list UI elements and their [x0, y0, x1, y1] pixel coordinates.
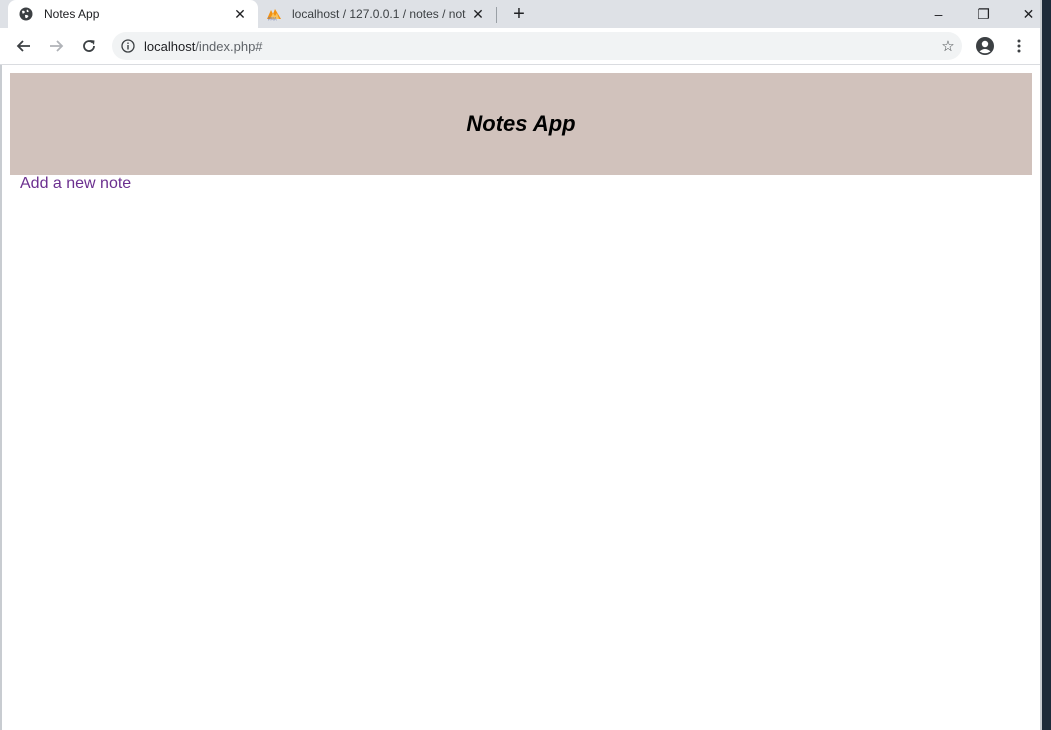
info-icon[interactable] [120, 38, 136, 54]
add-note-link[interactable]: Add a new note [20, 175, 131, 193]
back-button[interactable] [12, 34, 36, 58]
new-tab-button[interactable]: + [508, 3, 530, 25]
url-host: localhost [144, 38, 196, 54]
tab-divider [496, 7, 497, 23]
tab-title: localhost / 127.0.0.1 / notes / not [292, 7, 466, 21]
svg-text:PMA: PMA [268, 17, 277, 22]
url-path: /index.php# [195, 38, 263, 54]
arrow-left-icon [16, 40, 30, 52]
tab-close-icon[interactable]: ✕ [230, 4, 250, 24]
tab-close-icon[interactable]: ✕ [468, 4, 488, 24]
profile-avatar-icon[interactable] [975, 36, 995, 56]
globe-icon [18, 6, 34, 22]
reload-icon [83, 40, 95, 52]
address-bar[interactable]: localhost/index.php# ☆ [112, 32, 962, 60]
restore-button[interactable]: ❐ [961, 0, 1006, 28]
tab-strip: Notes App ✕ PMA localhost / 127.0.0.1 / … [0, 0, 1051, 28]
browser-toolbar: localhost/index.php# ☆ [0, 28, 1051, 65]
forward-button[interactable] [44, 34, 68, 58]
minimize-button[interactable]: – [916, 0, 961, 28]
more-menu-icon[interactable] [1009, 36, 1029, 56]
window-border [1040, 0, 1042, 730]
url-text[interactable]: localhost/index.php# [144, 39, 263, 54]
page-content: Notes App Add a new note [0, 65, 1040, 730]
browser-window: Notes App ✕ PMA localhost / 127.0.0.1 / … [0, 0, 1051, 730]
phpmyadmin-icon: PMA [266, 6, 282, 22]
page-title: Notes App [466, 111, 576, 136]
app-header: Notes App [10, 73, 1032, 175]
reload-button[interactable] [77, 34, 101, 58]
bookmark-star-icon[interactable]: ☆ [938, 36, 958, 56]
window-edge [1040, 0, 1051, 730]
tab-title: Notes App [44, 7, 100, 21]
arrow-right-icon [50, 40, 64, 52]
window-controls: – ❐ ✕ [916, 0, 1051, 28]
tab-notes-app[interactable]: Notes App ✕ [8, 0, 258, 28]
tab-phpmyadmin[interactable]: PMA localhost / 127.0.0.1 / notes / not … [258, 0, 496, 28]
